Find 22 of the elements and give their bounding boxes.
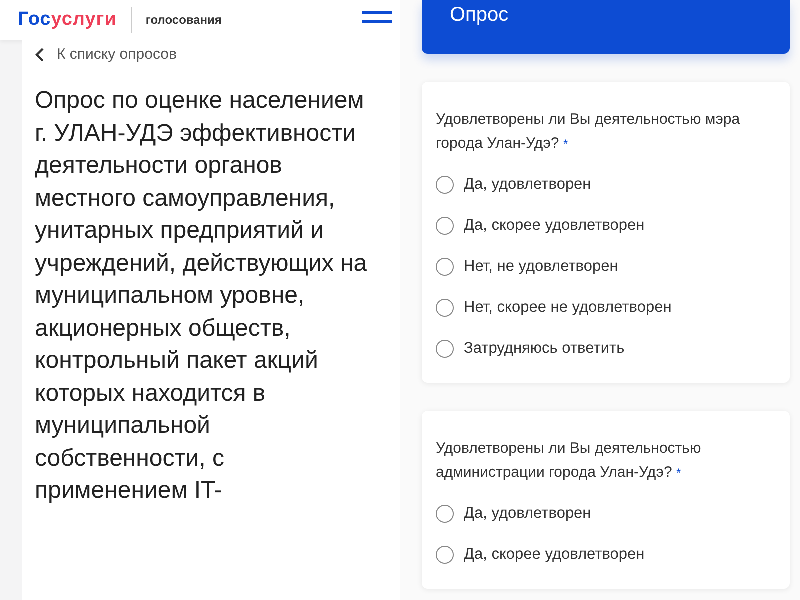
option-label[interactable]: Затрудняюсь ответить <box>464 340 625 358</box>
back-link[interactable]: К списку опросов <box>35 46 177 63</box>
logo: Госуслуги <box>18 9 117 31</box>
question-text: Удовлетворены ли Вы деятельностью администрации города Улан-Удэ? * <box>436 439 702 483</box>
radio-button[interactable] <box>436 258 454 276</box>
radio-button[interactable] <box>436 216 454 234</box>
option-label[interactable]: Да, удовлетворен <box>464 504 592 522</box>
chevron-left-icon <box>35 48 45 62</box>
radio-button[interactable] <box>436 504 454 522</box>
radio-button[interactable] <box>436 340 454 358</box>
option-label[interactable]: Да, скорее удовлетворен <box>464 216 645 234</box>
radio-button[interactable] <box>436 298 454 316</box>
question-text: Удовлетворены ли Вы деятельностью мэра города Улан-Удэ? * <box>436 110 742 154</box>
survey-title: Опрос по оценке населением г. УЛАН-УДЭ эффективности деятельности органов местного самоуправления, унитарных предприятий и учреждений, действующих на муниципальном уровне, акционерных обществ, контрольный пакет акций которых находится в муниципальной собственности, с применением IT- <box>35 86 368 506</box>
radio-button[interactable] <box>436 546 454 564</box>
option-label[interactable]: Да, удовлетворен <box>464 176 592 194</box>
option-label[interactable]: Нет, не удовлетворен <box>464 258 618 276</box>
radio-button[interactable] <box>436 176 454 194</box>
banner-title: Опрос <box>450 3 510 27</box>
option-label[interactable]: Да, скорее удовлетворен <box>464 546 645 564</box>
option-label[interactable]: Нет, скорее не удовлетворен <box>464 298 672 316</box>
header-subtitle: голосования <box>146 13 223 27</box>
